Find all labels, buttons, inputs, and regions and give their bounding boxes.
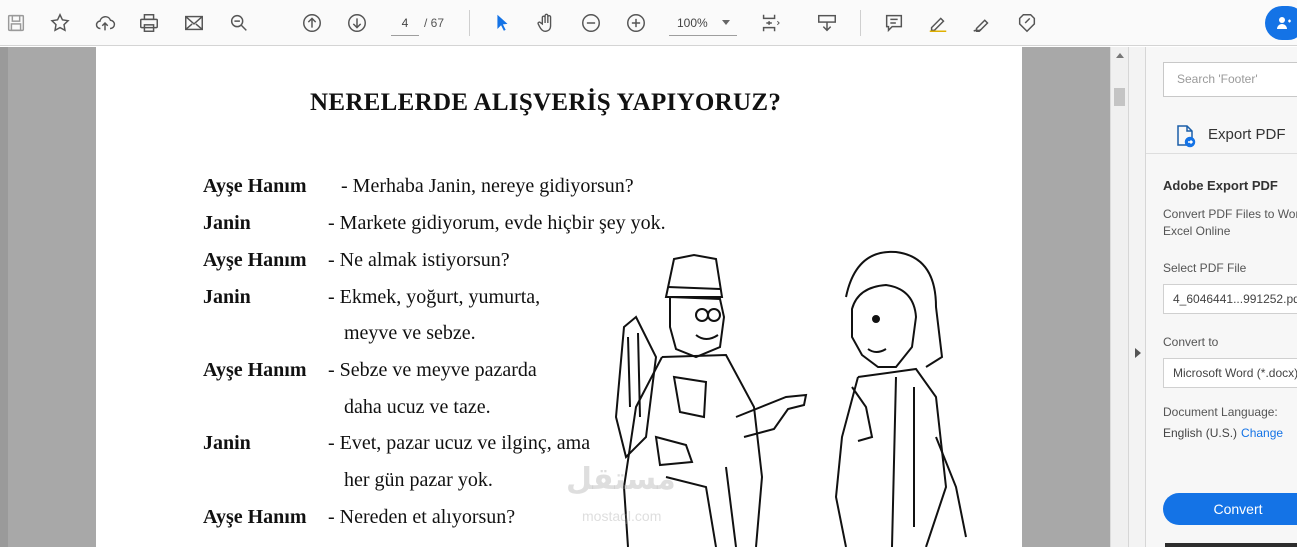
dialogue-text: her gün pazar yok. <box>344 469 493 491</box>
chevron-down-icon[interactable] <box>722 20 730 25</box>
select-cursor-icon[interactable] <box>488 9 516 37</box>
watermark-logo: مستقل <box>566 463 676 496</box>
dialogue-text: - Markete gidiyorum, evde hiçbir şey yok… <box>328 212 666 234</box>
export-pdf-label: Export PDF <box>1208 126 1286 143</box>
pane-bottom-bar <box>1165 543 1297 547</box>
dialogue-text: - Sebze ve meyve pazarda <box>328 359 537 381</box>
bookmark-star-icon[interactable] <box>46 9 74 37</box>
document-left-gutter <box>0 47 8 547</box>
tools-search-input[interactable]: Search 'Footer' <box>1163 62 1297 97</box>
convert-to-label: Convert to <box>1163 335 1219 349</box>
select-file-label: Select PDF File <box>1163 261 1247 275</box>
zoom-out-icon[interactable] <box>577 9 605 37</box>
document-language-label: Document Language: <box>1163 405 1278 419</box>
dialogue-text: daha ucuz ve taze. <box>344 396 491 418</box>
print-icon[interactable] <box>135 9 163 37</box>
scrollbar-thumb[interactable] <box>1114 88 1125 106</box>
speaker-name: Ayşe Hanım <box>203 359 307 381</box>
right-pane-toggle[interactable] <box>1128 47 1146 547</box>
toolbar-divider <box>860 10 861 36</box>
section-description: Convert PDF Files to Word or Excel Onlin… <box>1163 207 1297 238</box>
document-language-value: English (U.S.) <box>1163 426 1238 440</box>
next-page-icon[interactable] <box>343 9 371 37</box>
fit-page-icon[interactable] <box>756 9 784 37</box>
search-zoom-icon[interactable] <box>225 9 253 37</box>
page-title: NERELERDE ALIŞVERİŞ YAPIYORUZ? <box>310 89 782 116</box>
watermark-text: mostaql.com <box>582 508 662 524</box>
convert-to-select[interactable]: Microsoft Word (*.docx) <box>1163 358 1297 388</box>
scroll-up-arrow-icon[interactable] <box>1116 53 1124 58</box>
dialogue-text: - Merhaba Janin, nereye gidiyorsun? <box>341 175 634 197</box>
speaker-name: Ayşe Hanım <box>203 249 307 271</box>
page-number-input[interactable]: 4 <box>391 12 419 36</box>
user-account-button[interactable] <box>1265 6 1297 40</box>
page-total: / 67 <box>424 16 445 30</box>
vertical-scrollbar[interactable] <box>1110 47 1128 547</box>
dialogue-text: - Nereden et alıyorsun? <box>328 506 516 528</box>
pane-divider <box>1146 153 1297 154</box>
section-title: Adobe Export PDF <box>1163 178 1278 193</box>
toolbar-divider <box>469 10 470 36</box>
speaker-name: Ayşe Hanım <box>203 506 307 528</box>
dialogue-text: - Ekmek, yoğurt, yumurta, <box>328 286 541 308</box>
toolbar: 4 / 67 100% <box>0 0 1297 46</box>
scroll-mode-icon[interactable] <box>813 9 841 37</box>
speaker-name: Janin <box>203 212 251 234</box>
export-pdf-icon <box>1177 125 1196 148</box>
selected-file-field[interactable]: 4_6046441...991252.pdf <box>1163 284 1297 314</box>
chevron-right-icon[interactable] <box>1135 348 1141 358</box>
zoom-in-icon[interactable] <box>622 9 650 37</box>
document-language: English (U.S.) Change <box>1163 426 1283 440</box>
dialogue-text: meyve ve sebze. <box>344 322 476 344</box>
save-icon[interactable] <box>2 9 30 37</box>
convert-button[interactable]: Convert <box>1163 493 1297 525</box>
speaker-name: Ayşe Hanım <box>203 175 307 197</box>
tools-pane: Search 'Footer' Export PDF Adobe Export … <box>1146 47 1297 547</box>
fill-sign-icon[interactable] <box>1013 9 1041 37</box>
pdf-page[interactable]: NERELERDE ALIŞVERİŞ YAPIYORUZ? Ayşe Hanı… <box>96 47 1022 547</box>
speaker-name: Janin <box>203 432 251 454</box>
sign-icon[interactable] <box>968 9 996 37</box>
highlight-pen-icon[interactable] <box>924 9 952 37</box>
email-icon[interactable] <box>180 9 208 37</box>
user-icon <box>1277 17 1291 29</box>
hand-tool-icon[interactable] <box>532 9 560 37</box>
comment-icon[interactable] <box>880 9 908 37</box>
prev-page-icon[interactable] <box>298 9 326 37</box>
dialogue-text: - Evet, pazar ucuz ve ilginç, ama <box>328 432 591 454</box>
change-language-link[interactable]: Change <box>1241 426 1283 440</box>
dialogue-text: - Ne almak istiyorsun? <box>328 249 510 271</box>
shopping-illustration <box>614 250 967 547</box>
speaker-name: Janin <box>203 286 251 308</box>
upload-cloud-icon[interactable] <box>91 9 119 37</box>
